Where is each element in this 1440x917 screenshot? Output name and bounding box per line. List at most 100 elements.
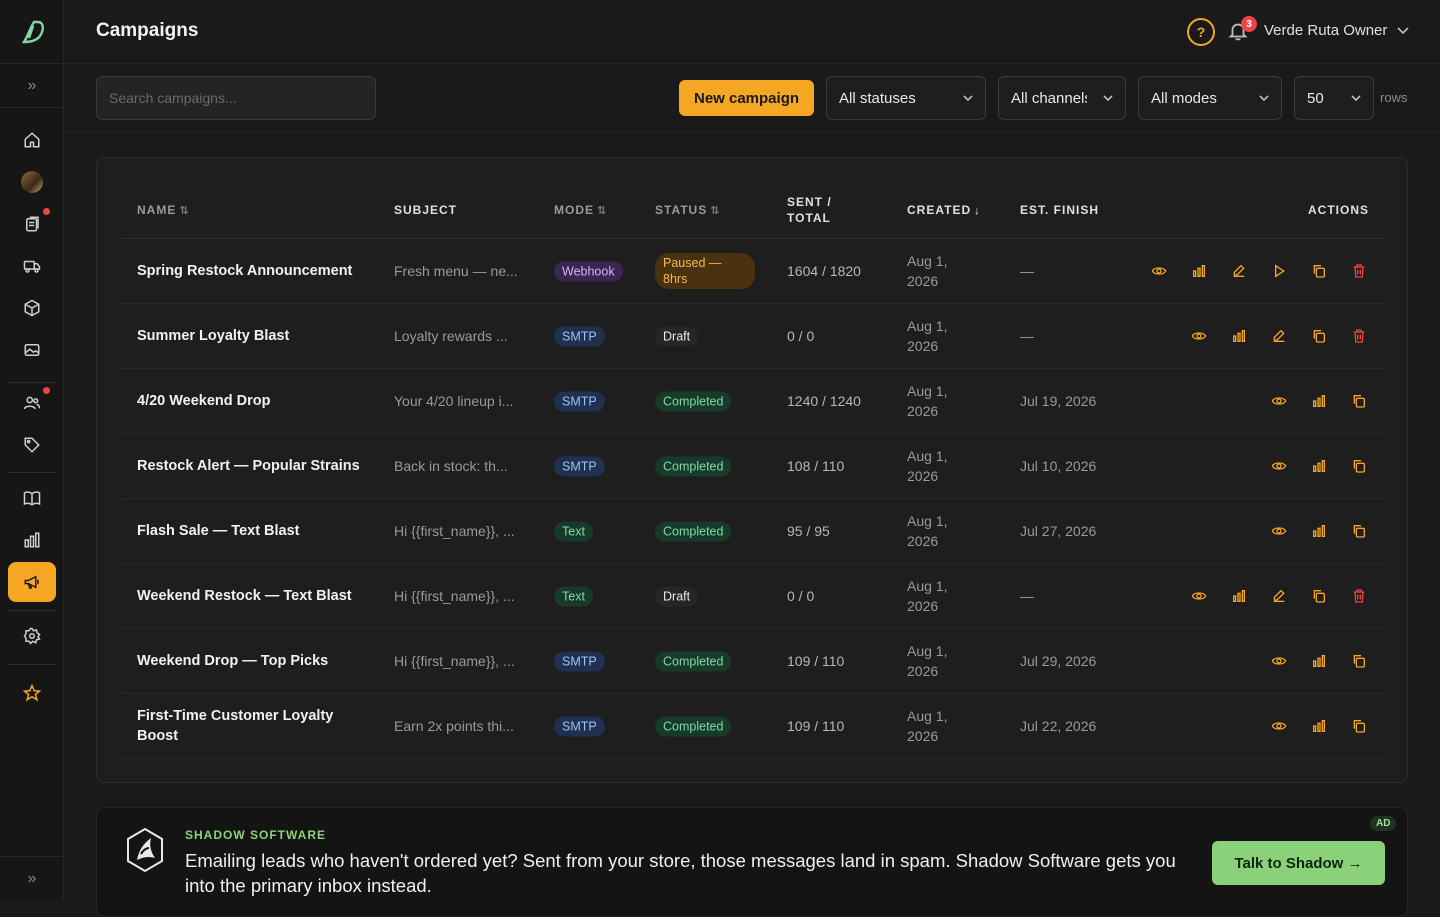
app-logo[interactable] bbox=[0, 0, 64, 64]
nav-inventory[interactable] bbox=[8, 288, 56, 328]
campaign-name[interactable]: Restock Alert — Popular Strains bbox=[137, 456, 367, 476]
stats-action-button[interactable] bbox=[1229, 586, 1249, 606]
delete-action-button[interactable] bbox=[1349, 326, 1369, 346]
view-action-button[interactable] bbox=[1269, 521, 1289, 541]
table-row[interactable]: Summer Loyalty Blast Loyalty rewards ...… bbox=[121, 304, 1385, 369]
nav-favorites[interactable] bbox=[8, 673, 56, 713]
table-row[interactable]: Weekend Restock — Text Blast Hi {{first_… bbox=[121, 564, 1385, 629]
stats-action-button[interactable] bbox=[1309, 456, 1329, 476]
table-row[interactable]: Spring Restock Announcement Fresh menu —… bbox=[121, 239, 1385, 304]
table-row[interactable]: First-Time Customer Loyalty Boost Earn 2… bbox=[121, 694, 1385, 759]
expand-sidebar-button[interactable]: » bbox=[0, 64, 64, 108]
stats-action-button[interactable] bbox=[1309, 521, 1329, 541]
nav-settings[interactable] bbox=[8, 616, 56, 656]
mode-badge: Text bbox=[554, 586, 593, 607]
view-action-button[interactable] bbox=[1269, 716, 1289, 736]
table-row[interactable]: Flash Sale — Text Blast Hi {{first_name}… bbox=[121, 499, 1385, 564]
copy-action-button[interactable] bbox=[1309, 326, 1329, 346]
rows-per-page-value: 50 bbox=[1307, 89, 1324, 107]
resume-action-button[interactable] bbox=[1269, 261, 1289, 281]
edit-action-button[interactable] bbox=[1269, 326, 1289, 346]
table-row[interactable]: Weekend Drop — Top Picks Hi {{first_name… bbox=[121, 629, 1385, 694]
edit-action-button[interactable] bbox=[1229, 261, 1249, 281]
nav-customers[interactable] bbox=[8, 383, 56, 423]
help-button[interactable]: ? bbox=[1187, 18, 1215, 46]
status-badge: Draft bbox=[655, 326, 699, 347]
rows-per-page-select[interactable]: 50 bbox=[1294, 76, 1374, 120]
column-sent-label: Sent / bbox=[787, 195, 832, 209]
edit-action-button[interactable] bbox=[1269, 586, 1289, 606]
copy-icon bbox=[1351, 653, 1367, 669]
status-filter-select[interactable]: All statuses bbox=[826, 76, 986, 120]
column-mode-header[interactable]: Mode ⇅ bbox=[554, 202, 607, 219]
copy-action-button[interactable] bbox=[1349, 716, 1369, 736]
trash-icon bbox=[1351, 263, 1367, 279]
copy-action-button[interactable] bbox=[1349, 651, 1369, 671]
bar-chart-icon bbox=[1191, 263, 1207, 279]
view-action-button[interactable] bbox=[1189, 586, 1209, 606]
talk-to-shadow-button[interactable]: Talk to Shadow → bbox=[1212, 841, 1385, 885]
view-action-button[interactable] bbox=[1189, 326, 1209, 346]
table-row[interactable]: Restock Alert — Popular Strains Back in … bbox=[121, 434, 1385, 499]
campaign-name[interactable]: Flash Sale — Text Blast bbox=[137, 521, 367, 541]
campaign-name[interactable]: 4/20 Weekend Drop bbox=[137, 391, 367, 411]
new-campaign-button[interactable]: New campaign bbox=[679, 80, 814, 116]
column-status-header[interactable]: Status ⇅ bbox=[655, 202, 720, 219]
nav-analytics[interactable] bbox=[8, 520, 56, 560]
nav-home[interactable] bbox=[8, 120, 56, 160]
search-input[interactable] bbox=[96, 76, 376, 120]
nav-media[interactable] bbox=[8, 330, 56, 370]
column-created-header[interactable]: Created ↓ bbox=[907, 202, 981, 219]
chevron-down-icon bbox=[1397, 26, 1409, 34]
column-created-label: Created bbox=[907, 203, 972, 217]
nav-campaigns[interactable] bbox=[8, 562, 56, 602]
view-action-button[interactable] bbox=[1269, 651, 1289, 671]
delete-action-button[interactable] bbox=[1349, 261, 1369, 281]
copy-action-button[interactable] bbox=[1309, 261, 1329, 281]
created-date: Aug 1, 2026 bbox=[907, 253, 948, 289]
campaign-name[interactable]: Weekend Restock — Text Blast bbox=[137, 586, 367, 606]
campaign-name[interactable]: Summer Loyalty Blast bbox=[137, 326, 367, 346]
channel-filter-select[interactable]: All channels bbox=[998, 76, 1126, 120]
sort-desc-icon: ↓ bbox=[974, 205, 981, 217]
copy-action-button[interactable] bbox=[1309, 586, 1329, 606]
campaign-name[interactable]: First-Time Customer Loyalty Boost bbox=[137, 706, 367, 746]
delete-action-button[interactable] bbox=[1349, 586, 1369, 606]
user-menu[interactable]: Verde Ruta Owner bbox=[1264, 22, 1409, 39]
campaign-subject: Earn 2x points thi... bbox=[394, 718, 514, 734]
column-name-header[interactable]: Name ⇅ bbox=[137, 202, 190, 219]
copy-action-button[interactable] bbox=[1349, 521, 1369, 541]
stats-action-button[interactable] bbox=[1309, 716, 1329, 736]
view-action-button[interactable] bbox=[1269, 391, 1289, 411]
stats-action-button[interactable] bbox=[1189, 261, 1209, 281]
nav-tags[interactable] bbox=[8, 425, 56, 465]
view-action-button[interactable] bbox=[1269, 456, 1289, 476]
nav-avatar[interactable] bbox=[8, 162, 56, 202]
table-row[interactable]: 4/20 Weekend Drop Your 4/20 lineup i... … bbox=[121, 369, 1385, 434]
eye-icon bbox=[1271, 653, 1287, 669]
mode-filter-select[interactable]: All modes bbox=[1138, 76, 1282, 120]
nav-catalog[interactable] bbox=[8, 478, 56, 518]
home-icon bbox=[24, 132, 40, 148]
expand-sidebar-bottom-button[interactable]: » bbox=[0, 856, 64, 900]
campaign-name[interactable]: Weekend Drop — Top Picks bbox=[137, 651, 367, 671]
mode-cell: Text bbox=[554, 521, 593, 542]
mode-cell: Text bbox=[554, 586, 593, 607]
nav-delivery[interactable] bbox=[8, 246, 56, 286]
mode-cell: SMTP bbox=[554, 391, 605, 412]
stats-action-button[interactable] bbox=[1309, 391, 1329, 411]
view-action-button[interactable] bbox=[1149, 261, 1169, 281]
status-cell: Draft bbox=[655, 586, 699, 607]
nav-orders[interactable] bbox=[8, 204, 56, 244]
stats-action-button[interactable] bbox=[1309, 651, 1329, 671]
user-label: Verde Ruta Owner bbox=[1264, 22, 1388, 39]
copy-action-button[interactable] bbox=[1349, 391, 1369, 411]
column-sent-total-header: Sent / Total bbox=[787, 194, 832, 226]
ad-brand: SHADOW SOFTWARE bbox=[185, 828, 326, 842]
campaign-name[interactable]: Spring Restock Announcement bbox=[137, 261, 367, 281]
stats-action-button[interactable] bbox=[1229, 326, 1249, 346]
sent-total: 108 / 110 bbox=[787, 458, 845, 474]
campaign-subject: Your 4/20 lineup i... bbox=[394, 393, 514, 409]
est-finish-date: Jul 10, 2026 bbox=[1020, 458, 1097, 474]
copy-action-button[interactable] bbox=[1349, 456, 1369, 476]
